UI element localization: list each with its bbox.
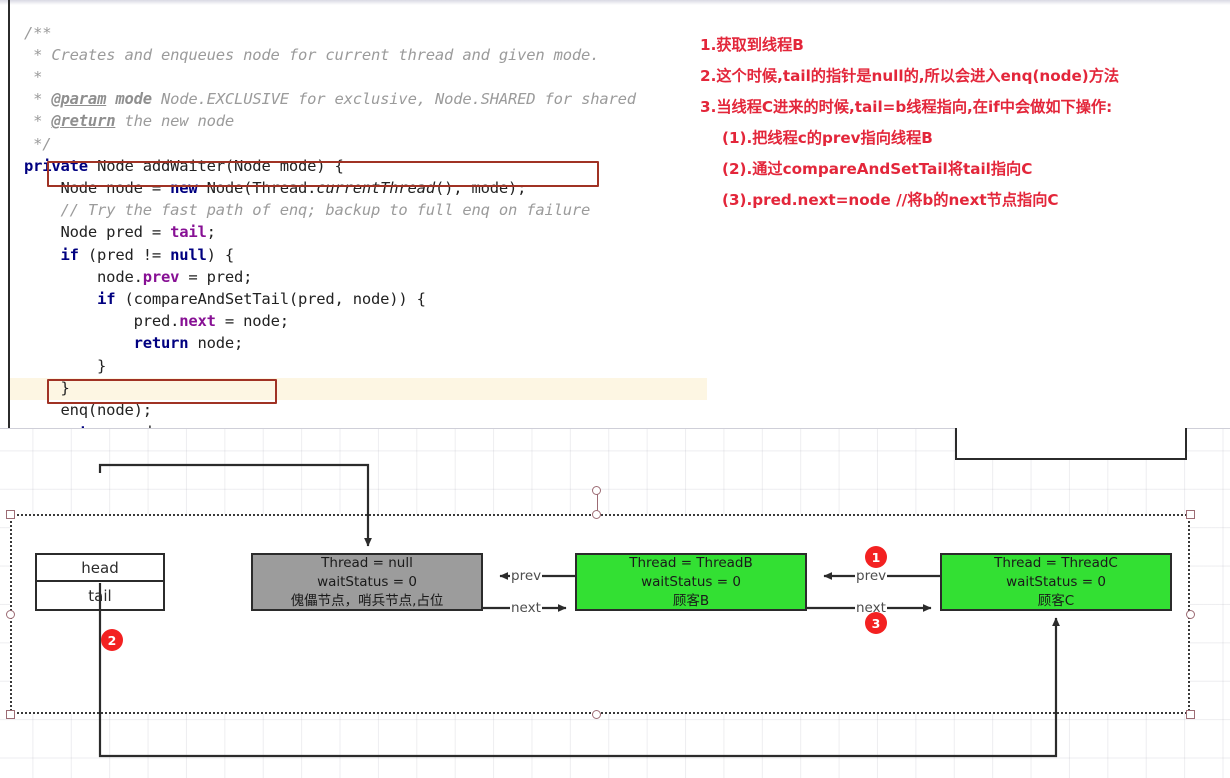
code-highlight-box-new-node [47,161,599,187]
resize-handle-top-left[interactable] [6,510,15,519]
note-line-3-2: (2).通过compareAndSetTail将tail指向C [722,160,1033,178]
resize-handle-middle-right[interactable] [1186,610,1195,619]
connector-wires [98,463,1060,758]
step-badge-1: 1 [865,546,887,568]
resize-handle-bottom-left[interactable] [6,710,15,719]
step-badge-2: 2 [101,629,123,651]
note-line-2: 2.这个时候,tail的指针是null的,所以会进入enq(node)方法 [700,67,1120,85]
editor-left-gutter-border [8,0,10,428]
diagram-canvas[interactable]: 下面虚线是模拟银行的等候区，每个线程就是一个顾客 head tail Threa… [0,428,1230,778]
resize-handle-middle-left[interactable] [6,610,15,619]
note-line-1: 1.获取到线程B [700,36,804,54]
resize-handle-top-right[interactable] [1186,510,1195,519]
note-line-3-3: (3).pred.next=node //将b的next节点指向C [722,191,1059,209]
note-line-3-1: (1).把线程c的prev指向线程B [722,129,933,147]
resize-handle-bottom-center[interactable] [592,710,601,719]
edge-label-dummy-b-next: next [510,600,542,616]
note-line-3: 3.当线程C进来的时候,tail=b线程指向,在if中会做如下操作: [700,98,1113,116]
editor-top-shadow [0,0,1230,5]
annotation-notes: 1.获取到线程B 2.这个时候,tail的指针是null的,所以会进入enq(n… [700,30,1220,216]
edge-label-dummy-b-prev: prev [510,568,543,584]
edge-label-b-c-prev: prev [855,568,888,584]
code-highlight-box-enq [47,379,277,404]
step-badge-3: 3 [865,612,887,634]
rotation-handle[interactable] [592,486,601,495]
resize-handle-top-center[interactable] [592,510,601,519]
resize-handle-bottom-right[interactable] [1186,710,1195,719]
source-code[interactable]: /** * Creates and enqueues node for curr… [24,22,636,429]
